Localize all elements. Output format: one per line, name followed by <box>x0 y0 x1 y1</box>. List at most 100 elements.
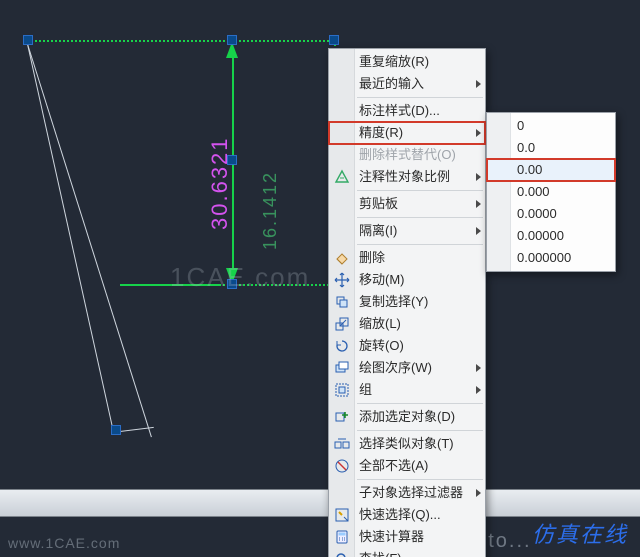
menu-item-rotate[interactable]: 旋转(O) <box>329 335 485 357</box>
menu-item-label: 删除样式替代(O) <box>359 147 456 162</box>
menu-item-label: 全部不选(A) <box>359 458 428 473</box>
menu-item-copysel[interactable]: 复制选择(Y) <box>329 291 485 313</box>
submenu-arrow-icon <box>476 200 481 208</box>
dimension-value-primary: 30.6321 <box>207 136 233 230</box>
submenu-arrow-icon <box>476 386 481 394</box>
dimension-value-secondary: 16.1412 <box>260 171 281 250</box>
menu-item-delstyle: 删除样式替代(O) <box>329 144 485 166</box>
watermark-center: 1CAE.com <box>170 262 310 293</box>
menu-item-group[interactable]: 组 <box>329 379 485 401</box>
selection-grip[interactable] <box>227 155 237 165</box>
rotate-icon <box>333 337 351 355</box>
menu-separator <box>357 244 483 245</box>
status-bar <box>0 489 640 517</box>
geom-line-1 <box>27 44 115 435</box>
watermark-bottom-right: 仿真在线 <box>532 517 628 549</box>
menu-item-label: 移动(M) <box>359 272 405 287</box>
drawing-canvas[interactable]: 30.6321 16.1412 1CAE.com www.1CAE.com 仿真… <box>0 0 640 557</box>
menu-item-clipboard[interactable]: 剪贴板 <box>329 193 485 215</box>
menu-item-label: 删除 <box>359 250 385 265</box>
menu-separator <box>357 217 483 218</box>
menu-item-label: 查找(F)... <box>359 551 412 557</box>
menu-item-label: 旋转(O) <box>359 338 404 353</box>
menu-item-label: 添加选定对象(D) <box>359 409 455 424</box>
precision-option-label: 0.000000 <box>517 250 571 265</box>
submenu-arrow-icon <box>476 173 481 181</box>
menu-item-selsimilar[interactable]: 选择类似对象(T) <box>329 433 485 455</box>
menu-item-recent[interactable]: 最近的输入 <box>329 73 485 95</box>
menu-item-find[interactable]: 查找(F)... <box>329 548 485 557</box>
move-icon <box>333 271 351 289</box>
submenu-arrow-icon <box>476 364 481 372</box>
menu-separator <box>357 479 483 480</box>
selection-grip[interactable] <box>227 35 237 45</box>
menu-item-deselectall[interactable]: 全部不选(A) <box>329 455 485 477</box>
copy-icon <box>333 293 351 311</box>
menu-separator <box>357 190 483 191</box>
menu-item-move[interactable]: 移动(M) <box>329 269 485 291</box>
precision-option-label: 0.0000 <box>517 206 557 221</box>
order-icon <box>333 359 351 377</box>
menu-item-subfilter[interactable]: 子对象选择过滤器 <box>329 482 485 504</box>
precision-option[interactable]: 0.00000 <box>487 225 615 247</box>
precision-option-label: 0.00000 <box>517 228 564 243</box>
menu-item-isolate[interactable]: 隔离(I) <box>329 220 485 242</box>
menu-item-label: 剪贴板 <box>359 196 398 211</box>
selection-grip[interactable] <box>111 425 121 435</box>
menu-item-label: 子对象选择过滤器 <box>359 485 463 500</box>
precision-option[interactable]: 0.0000 <box>487 203 615 225</box>
submenu-arrow-icon <box>476 129 481 137</box>
menu-item-label: 重复缩放(R) <box>359 54 429 69</box>
addsel-icon <box>333 408 351 426</box>
calc-icon <box>333 528 351 546</box>
menu-separator <box>357 97 483 98</box>
precision-option[interactable]: 0.000 <box>487 181 615 203</box>
qsel-icon <box>333 506 351 524</box>
submenu-arrow-icon <box>476 80 481 88</box>
precision-option-label: 0.000 <box>517 184 550 199</box>
selection-grip[interactable] <box>23 35 33 45</box>
menu-item-label: 绘图次序(W) <box>359 360 432 375</box>
precision-option[interactable]: 0 <box>487 115 615 137</box>
menu-item-quickcalc[interactable]: 快速计算器 <box>329 526 485 548</box>
menu-item-label: 标注样式(D)... <box>359 103 440 118</box>
selsim-icon <box>333 435 351 453</box>
precision-option-label: 0 <box>517 118 524 133</box>
precision-option[interactable]: 0.000000 <box>487 247 615 269</box>
menu-item-label: 隔离(I) <box>359 223 397 238</box>
geom-line-2 <box>27 44 152 437</box>
menu-item-label: 复制选择(Y) <box>359 294 428 309</box>
menu-item-dimstyle[interactable]: 标注样式(D)... <box>329 100 485 122</box>
submenu-arrow-icon <box>476 489 481 497</box>
menu-separator <box>357 430 483 431</box>
menu-separator <box>357 403 483 404</box>
menu-item-label: 选择类似对象(T) <box>359 436 454 451</box>
menu-item-qselect[interactable]: 快速选择(Q)... <box>329 504 485 526</box>
precision-option[interactable]: 0.00 <box>487 159 615 181</box>
scale-icon <box>333 315 351 333</box>
group-icon <box>333 381 351 399</box>
selection-grip[interactable] <box>329 35 339 45</box>
menu-item-addsel[interactable]: 添加选定对象(D) <box>329 406 485 428</box>
anno-icon <box>333 168 351 186</box>
menu-item-repeat[interactable]: 重复缩放(R) <box>329 51 485 73</box>
menu-item-scale[interactable]: 缩放(L) <box>329 313 485 335</box>
menu-item-label: 注释性对象比例 <box>359 169 450 184</box>
menu-item-label: 组 <box>359 382 372 397</box>
precision-option[interactable]: 0.0 <box>487 137 615 159</box>
precision-submenu[interactable]: 0 0.00.00 0.000 0.0000 0.00000 0.000000 <box>486 112 616 272</box>
erase-icon <box>333 249 351 267</box>
menu-item-label: 快速计算器 <box>359 529 424 544</box>
desel-icon <box>333 457 351 475</box>
menu-item-label: 缩放(L) <box>359 316 401 331</box>
menu-item-precision[interactable]: 精度(R) <box>329 122 485 144</box>
extension-line-top <box>24 40 336 42</box>
menu-item-label: 最近的输入 <box>359 76 424 91</box>
find-icon <box>333 550 351 557</box>
menu-item-annoscale[interactable]: 注释性对象比例 <box>329 166 485 188</box>
menu-item-label: 快速选择(Q)... <box>359 507 441 522</box>
menu-item-erase[interactable]: 删除 <box>329 247 485 269</box>
context-menu[interactable]: 重复缩放(R) 最近的输入标注样式(D)... 精度(R) 删除样式替代(O) 注释性对… <box>328 48 486 557</box>
submenu-arrow-icon <box>476 227 481 235</box>
menu-item-draworder[interactable]: 绘图次序(W) <box>329 357 485 379</box>
